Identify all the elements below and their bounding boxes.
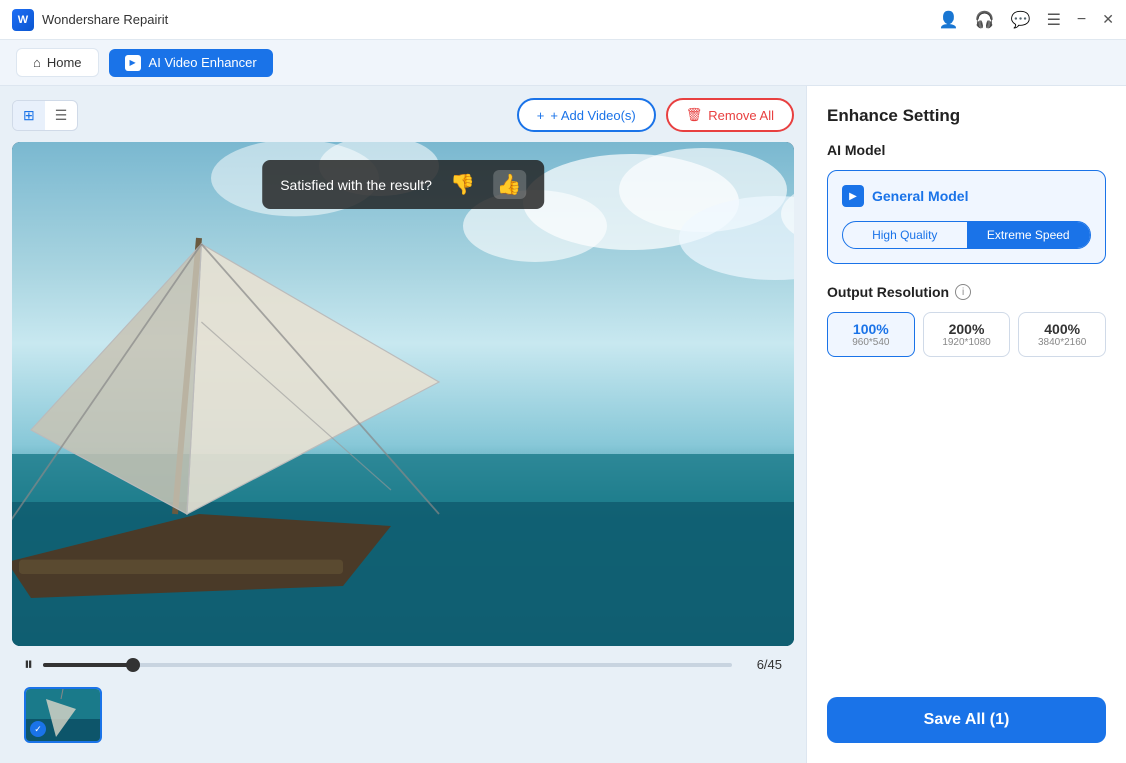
left-panel: ⊞ ☰ + + Add Video(s) 🗑 Remove All	[0, 86, 806, 763]
ai-model-card: ▶ General Model High Quality Extreme Spe…	[827, 170, 1106, 264]
save-all-button[interactable]: Save All (1)	[827, 697, 1106, 743]
res-100-dims: 960*540	[832, 337, 910, 348]
ai-video-enhancer-nav-item[interactable]: AI Video Enhancer	[109, 49, 273, 77]
output-resolution-label: Output Resolution	[827, 284, 949, 300]
trash-icon: 🗑	[686, 107, 703, 123]
list-view-button[interactable]: ☰	[45, 101, 78, 130]
add-icon: +	[537, 108, 545, 123]
app-icon: W	[12, 9, 34, 31]
resolution-200-button[interactable]: 200% 1920*1080	[923, 312, 1011, 357]
model-play-icon: ▶	[842, 185, 864, 207]
thumb-check-icon: ✓	[30, 721, 46, 737]
video-preview-bg	[12, 142, 794, 646]
title-bar-left: W Wondershare Repairit	[12, 9, 168, 31]
resolution-label-row: Output Resolution i	[827, 284, 1106, 300]
resolution-section: Output Resolution i 100% 960*540 200% 19…	[827, 284, 1106, 357]
res-400-dims: 3840*2160	[1023, 337, 1101, 348]
res-200-dims: 1920*1080	[928, 337, 1006, 348]
resolution-options: 100% 960*540 200% 1920*1080 400% 3840*21…	[827, 312, 1106, 357]
extreme-speed-button[interactable]: Extreme Speed	[967, 222, 1091, 248]
satisfied-popup: Satisfied with the result? 👎 👍	[262, 160, 544, 209]
main-layout: ⊞ ☰ + + Add Video(s) 🗑 Remove All	[0, 86, 1126, 763]
user-icon[interactable]: 👤	[939, 10, 959, 30]
res-200-percent: 200%	[928, 321, 1006, 337]
resolution-400-button[interactable]: 400% 3840*2160	[1018, 312, 1106, 357]
ai-model-label: AI Model	[827, 142, 1106, 158]
thumbs-down-button[interactable]: 👎	[446, 170, 479, 199]
high-quality-button[interactable]: High Quality	[843, 222, 967, 248]
remove-all-button[interactable]: 🗑 Remove All	[666, 98, 794, 132]
satisfied-text: Satisfied with the result?	[280, 177, 432, 193]
toolbar-actions: + + Add Video(s) 🗑 Remove All	[517, 98, 794, 132]
progress-thumb	[126, 658, 140, 672]
home-label: Home	[47, 55, 82, 70]
quality-toggle: High Quality Extreme Speed	[842, 221, 1091, 249]
progress-fill	[43, 663, 133, 667]
title-bar: W Wondershare Repairit 👤 🎧 💬 ☰ − ✕	[0, 0, 1126, 40]
model-name: General Model	[872, 188, 968, 204]
home-nav-item[interactable]: ⌂ Home	[16, 48, 99, 77]
res-400-percent: 400%	[1023, 321, 1101, 337]
video-container: Satisfied with the result? 👎 👍	[12, 142, 794, 646]
resolution-100-button[interactable]: 100% 960*540	[827, 312, 915, 357]
add-video-label: + Add Video(s)	[550, 108, 635, 123]
video-thumbnail[interactable]: ✓	[24, 687, 102, 743]
res-100-percent: 100%	[832, 321, 910, 337]
nav-active-icon	[125, 55, 141, 71]
chat-icon[interactable]: 💬	[1011, 10, 1031, 30]
grid-view-button[interactable]: ⊞	[13, 101, 45, 130]
headphone-icon[interactable]: 🎧	[975, 10, 995, 30]
minimize-icon[interactable]: −	[1077, 11, 1086, 29]
title-bar-controls: 👤 🎧 💬 ☰ − ✕	[939, 10, 1114, 30]
info-icon: i	[955, 284, 971, 300]
app-title: Wondershare Repairit	[42, 12, 168, 27]
enhance-setting-title: Enhance Setting	[827, 106, 1106, 126]
model-card-header: ▶ General Model	[842, 185, 1091, 207]
thumbnail-strip: ✓	[12, 683, 794, 751]
home-icon: ⌂	[33, 55, 41, 70]
nav-bar: ⌂ Home AI Video Enhancer	[0, 40, 1126, 86]
nav-active-label: AI Video Enhancer	[149, 55, 257, 70]
thumbs-up-button[interactable]: 👍	[493, 170, 526, 199]
pause-button[interactable]: ⏸	[24, 654, 33, 675]
enhance-panel: Enhance Setting AI Model ▶ General Model…	[806, 86, 1126, 763]
toolbar: ⊞ ☰ + + Add Video(s) 🗑 Remove All	[12, 98, 794, 132]
view-toggles: ⊞ ☰	[12, 100, 78, 131]
playback-bar: ⏸ 6/45	[12, 646, 794, 683]
progress-bar[interactable]	[43, 663, 732, 667]
add-video-button[interactable]: + + Add Video(s)	[517, 98, 656, 132]
close-icon[interactable]: ✕	[1102, 11, 1114, 28]
remove-all-label: Remove All	[708, 108, 774, 123]
menu-icon[interactable]: ☰	[1047, 10, 1061, 30]
progress-time: 6/45	[742, 657, 782, 672]
